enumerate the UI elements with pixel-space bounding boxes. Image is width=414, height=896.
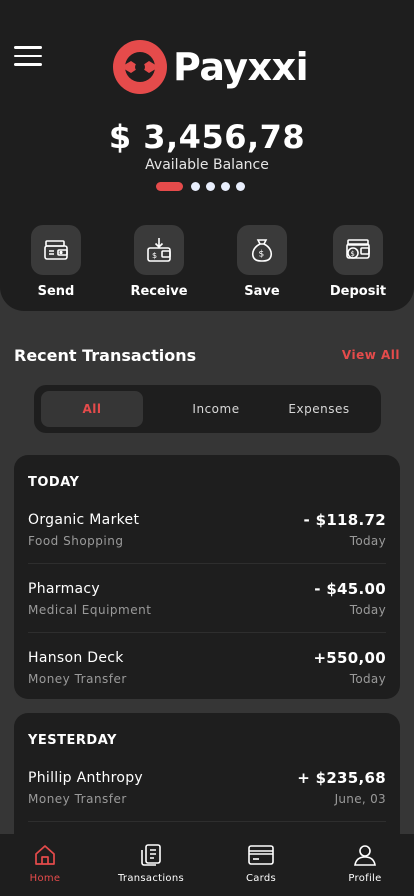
bottom-navigation: Home Transactions Cards Profile [0, 834, 414, 896]
receive-label: Receive [130, 284, 188, 299]
transaction-amount: +550,00 [313, 649, 386, 667]
transaction-amount: - $118.72 [303, 511, 386, 529]
nav-label: Cards [245, 873, 277, 884]
receipt-icon [106, 842, 196, 868]
brand-name: Payxxi [173, 45, 309, 89]
transaction-amount: + $235,68 [297, 769, 386, 787]
nav-profile[interactable]: Profile [320, 842, 410, 884]
transaction-row[interactable]: Phillip Anthropy Money Transfer + $235,6… [28, 769, 386, 839]
deposit-button[interactable]: $ Deposit [318, 225, 398, 299]
hamburger-menu-icon[interactable] [14, 46, 42, 68]
wallet-receive-icon: $ [134, 225, 184, 275]
transaction-row[interactable]: Organic Market Food Shopping - $118.72 T… [28, 511, 386, 581]
tab-expenses[interactable]: Expenses [269, 391, 369, 427]
home-icon [0, 842, 90, 868]
filter-tabs: All Income Expenses [34, 385, 381, 433]
nav-label: Profile [348, 873, 382, 884]
receive-button[interactable]: $ Receive [119, 225, 199, 299]
divider [28, 821, 386, 822]
money-bag-icon: $ [237, 225, 287, 275]
carousel-dot[interactable] [206, 182, 215, 191]
transaction-date: June, 03 [334, 792, 386, 806]
carousel-dot[interactable] [221, 182, 230, 191]
transaction-date: Today [349, 603, 386, 617]
group-heading: TODAY [28, 475, 80, 490]
save-button[interactable]: $ Save [222, 225, 302, 299]
transaction-category: Money Transfer [28, 672, 127, 686]
carousel-dot[interactable] [236, 182, 245, 191]
header-panel: Payxxi $ 3,456,78 Available Balance Send [0, 0, 414, 311]
tab-all[interactable]: All [41, 391, 143, 427]
transaction-amount: - $45.00 [314, 580, 386, 598]
tab-income[interactable]: Income [166, 391, 266, 427]
nav-label: Transactions [117, 873, 185, 884]
transaction-category: Medical Equipment [28, 603, 152, 617]
transaction-name: Phillip Anthropy [28, 770, 144, 786]
carousel-dot[interactable] [191, 182, 200, 191]
svg-text:$: $ [152, 251, 157, 260]
wallet-send-icon [31, 225, 81, 275]
svg-text:$: $ [259, 250, 265, 260]
group-heading: YESTERDAY [28, 733, 117, 748]
nav-home[interactable]: Home [0, 842, 90, 884]
send-button[interactable]: Send [16, 225, 96, 299]
nav-transactions[interactable]: Transactions [106, 842, 196, 884]
transactions-card-today: TODAY Organic Market Food Shopping - $11… [14, 455, 400, 699]
transaction-name: Hanson Deck [28, 650, 124, 666]
divider [28, 632, 386, 633]
divider [28, 563, 386, 564]
transaction-date: Today [349, 672, 386, 686]
transaction-category: Food Shopping [28, 534, 124, 548]
transaction-category: Money Transfer [28, 792, 127, 806]
view-all-link[interactable]: View All [342, 348, 400, 362]
transaction-row[interactable]: Pharmacy Medical Equipment - $45.00 Toda… [28, 580, 386, 650]
carousel-indicator [156, 182, 245, 191]
carousel-dot[interactable] [156, 182, 183, 191]
deposit-label: Deposit [329, 284, 387, 299]
send-label: Send [37, 284, 75, 299]
svg-text:$: $ [350, 250, 354, 258]
nav-label: Home [29, 873, 61, 884]
section-title: Recent Transactions [14, 346, 197, 365]
nav-cards[interactable]: Cards [216, 842, 306, 884]
balance-label: Available Balance [145, 157, 269, 173]
transaction-date: Today [349, 534, 386, 548]
user-icon [320, 842, 410, 868]
logo-mark-icon [113, 40, 167, 94]
transaction-name: Organic Market [28, 512, 140, 528]
balance-amount: $ 3,456,78 [108, 118, 306, 156]
transaction-row[interactable]: Hanson Deck Money Transfer +550,00 Today [28, 649, 386, 719]
transaction-name: Pharmacy [28, 581, 101, 597]
wallet-deposit-icon: $ [333, 225, 383, 275]
brand-logo: Payxxi [113, 40, 309, 94]
credit-card-icon [216, 842, 306, 868]
save-label: Save [244, 284, 280, 299]
